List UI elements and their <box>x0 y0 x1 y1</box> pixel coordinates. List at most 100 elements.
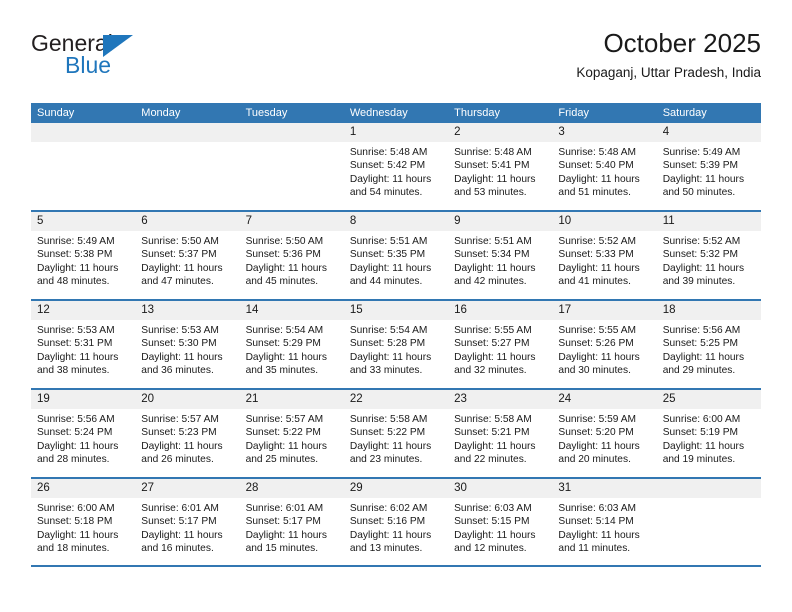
day-cell[interactable]: 27 Sunrise: 6:01 AM Sunset: 5:17 PM Dayligh… <box>135 479 240 566</box>
sunrise-text: Sunrise: 5:52 AM <box>662 236 741 247</box>
day-cell[interactable]: 13 Sunrise: 5:53 AM Sunset: 5:30 PM Dayligh… <box>135 301 240 388</box>
day-number: 14 <box>239 301 344 320</box>
daylight-text: Daylight: 11 hours and 30 minutes. <box>558 351 640 376</box>
daylight-text: Daylight: 11 hours and 33 minutes. <box>349 351 432 376</box>
sunrise-text: Sunrise: 5:49 AM <box>37 236 115 247</box>
day-cell[interactable]: 25 Sunrise: 6:00 AM Sunset: 5:19 PM Dayligh… <box>656 390 761 477</box>
day-details: Sunrise: 5:56 AM Sunset: 5:24 PM Daylight:… <box>31 409 135 466</box>
day-details: Sunrise: 6:03 AM Sunset: 5:14 PM Daylight:… <box>552 498 656 555</box>
generalblue-logo[interactable]: General Blue <box>31 30 251 86</box>
day-cell[interactable]: 24 Sunrise: 5:59 AM Sunset: 5:20 PM Dayligh… <box>552 390 657 477</box>
day-cell[interactable]: 14 Sunrise: 5:54 AM Sunset: 5:29 PM Dayligh… <box>239 301 344 388</box>
sunrise-text: Sunrise: 5:55 AM <box>558 325 636 336</box>
day-number: 30 <box>448 479 553 498</box>
day-number: 23 <box>448 390 553 409</box>
day-details: Sunrise: 5:53 AM Sunset: 5:31 PM Daylight:… <box>31 320 135 377</box>
day-number: 13 <box>135 301 240 320</box>
sunset-text: Sunset: 5:29 PM <box>245 338 321 350</box>
day-number: 1 <box>343 123 449 142</box>
sunrise-text: Sunrise: 5:51 AM <box>454 236 532 247</box>
daylight-text: Daylight: 11 hours and 13 minutes. <box>349 529 432 554</box>
day-number: 10 <box>552 212 657 231</box>
day-number: 24 <box>552 390 657 409</box>
sunset-text: Sunset: 5:18 PM <box>37 516 113 528</box>
day-number <box>656 479 761 498</box>
day-details: Sunrise: 6:01 AM Sunset: 5:17 PM Daylight:… <box>240 498 344 555</box>
daylight-text: Daylight: 11 hours and 36 minutes. <box>141 351 223 376</box>
day-number: 27 <box>135 479 240 498</box>
daylight-text: Daylight: 11 hours and 15 minutes. <box>245 529 327 554</box>
day-cell[interactable]: 3 Sunrise: 5:48 AM Sunset: 5:40 PM Daylight… <box>552 123 657 210</box>
day-cell[interactable]: 26 Sunrise: 6:00 AM Sunset: 5:18 PM Dayligh… <box>31 479 136 566</box>
sunrise-text: Sunrise: 5:59 AM <box>558 414 636 425</box>
day-cell[interactable]: 7 Sunrise: 5:50 AM Sunset: 5:36 PM Daylight… <box>239 212 344 299</box>
day-details: Sunrise: 5:54 AM Sunset: 5:29 PM Daylight:… <box>240 320 344 377</box>
day-number: 4 <box>656 123 761 142</box>
day-details: Sunrise: 6:00 AM Sunset: 5:18 PM Daylight:… <box>31 498 135 555</box>
daylight-text: Daylight: 11 hours and 48 minutes. <box>37 262 119 287</box>
day-cell[interactable]: 11 Sunrise: 5:52 AM Sunset: 5:32 PM Dayligh… <box>656 212 761 299</box>
day-cell[interactable]: 2 Sunrise: 5:48 AM Sunset: 5:41 PM Daylight… <box>448 123 553 210</box>
day-cell[interactable]: 4 Sunrise: 5:49 AM Sunset: 5:39 PM Daylight… <box>656 123 761 210</box>
daylight-text: Daylight: 11 hours and 26 minutes. <box>141 440 223 465</box>
day-cell[interactable]: 9 Sunrise: 5:51 AM Sunset: 5:34 PM Daylight… <box>448 212 553 299</box>
calendar-week-row: 12 Sunrise: 5:53 AM Sunset: 5:31 PM Dayligh… <box>31 299 761 388</box>
sunset-text: Sunset: 5:22 PM <box>245 427 321 439</box>
sunset-text: Sunset: 5:33 PM <box>558 249 634 261</box>
day-cell[interactable]: 29 Sunrise: 6:02 AM Sunset: 5:16 PM Dayligh… <box>343 479 449 566</box>
day-number: 31 <box>552 479 657 498</box>
weekday-header-wednesday: Wednesday <box>349 107 408 119</box>
day-details: Sunrise: 5:53 AM Sunset: 5:30 PM Daylight:… <box>135 320 239 377</box>
day-cell[interactable]: 12 Sunrise: 5:53 AM Sunset: 5:31 PM Dayligh… <box>31 301 136 388</box>
day-cell[interactable]: 20 Sunrise: 5:57 AM Sunset: 5:23 PM Dayligh… <box>135 390 240 477</box>
day-cell[interactable]: 23 Sunrise: 5:58 AM Sunset: 5:21 PM Dayligh… <box>448 390 553 477</box>
day-cell[interactable]: 19 Sunrise: 5:56 AM Sunset: 5:24 PM Dayligh… <box>31 390 136 477</box>
day-details: Sunrise: 6:02 AM Sunset: 5:16 PM Daylight:… <box>344 498 448 555</box>
day-cell[interactable]: 15 Sunrise: 5:54 AM Sunset: 5:28 PM Dayligh… <box>343 301 449 388</box>
sunset-text: Sunset: 5:17 PM <box>141 516 217 528</box>
day-cell[interactable]: 17 Sunrise: 5:55 AM Sunset: 5:26 PM Dayligh… <box>552 301 657 388</box>
day-number: 16 <box>448 301 553 320</box>
day-cell[interactable]: 5 Sunrise: 5:49 AM Sunset: 5:38 PM Daylight… <box>31 212 136 299</box>
sunrise-text: Sunrise: 5:51 AM <box>349 236 428 247</box>
day-details: Sunrise: 5:55 AM Sunset: 5:27 PM Daylight:… <box>448 320 552 377</box>
day-number <box>135 123 240 142</box>
sunrise-text: Sunrise: 5:58 AM <box>349 414 428 425</box>
sunrise-text: Sunrise: 6:00 AM <box>662 414 741 425</box>
calendar-week-row: 26 Sunrise: 6:00 AM Sunset: 5:18 PM Dayligh… <box>31 477 761 566</box>
sunset-text: Sunset: 5:28 PM <box>349 338 426 350</box>
page-header: General Blue October 2025 Kopaganj, Utta… <box>31 28 761 94</box>
sunrise-text: Sunrise: 5:50 AM <box>141 236 219 247</box>
day-number <box>31 123 136 142</box>
sunset-text: Sunset: 5:41 PM <box>454 160 530 172</box>
sunrise-text: Sunrise: 6:01 AM <box>245 503 324 514</box>
day-number: 2 <box>448 123 553 142</box>
day-cell[interactable]: 8 Sunrise: 5:51 AM Sunset: 5:35 PM Daylight… <box>343 212 449 299</box>
day-cell[interactable]: 31 Sunrise: 6:03 AM Sunset: 5:14 PM Dayligh… <box>552 479 657 566</box>
day-cell[interactable]: 18 Sunrise: 5:56 AM Sunset: 5:25 PM Dayligh… <box>656 301 761 388</box>
day-cell[interactable]: 30 Sunrise: 6:03 AM Sunset: 5:15 PM Dayligh… <box>448 479 553 566</box>
day-number: 12 <box>31 301 136 320</box>
day-cell[interactable]: 28 Sunrise: 6:01 AM Sunset: 5:17 PM Dayligh… <box>239 479 344 566</box>
sunrise-text: Sunrise: 5:54 AM <box>245 325 324 336</box>
calendar-page: General Blue October 2025 Kopaganj, Utta… <box>0 0 792 612</box>
day-cell[interactable]: 21 Sunrise: 5:57 AM Sunset: 5:22 PM Dayligh… <box>239 390 344 477</box>
logo-text-blue: Blue <box>65 52 112 78</box>
day-number <box>239 123 344 142</box>
daylight-text: Daylight: 11 hours and 22 minutes. <box>454 440 536 465</box>
daylight-text: Daylight: 11 hours and 19 minutes. <box>662 440 745 465</box>
day-number: 6 <box>135 212 240 231</box>
day-cell[interactable]: 22 Sunrise: 5:58 AM Sunset: 5:22 PM Dayligh… <box>343 390 449 477</box>
sunset-text: Sunset: 5:32 PM <box>662 249 739 261</box>
day-cell[interactable]: 6 Sunrise: 5:50 AM Sunset: 5:37 PM Daylight… <box>135 212 240 299</box>
sunset-text: Sunset: 5:22 PM <box>349 427 426 439</box>
day-details: Sunrise: 5:52 AM Sunset: 5:32 PM Daylight:… <box>657 231 761 288</box>
day-cell[interactable]: 10 Sunrise: 5:52 AM Sunset: 5:33 PM Dayligh… <box>552 212 657 299</box>
day-cell[interactable]: 16 Sunrise: 5:55 AM Sunset: 5:27 PM Dayligh… <box>448 301 553 388</box>
calendar-weeks: 1 Sunrise: 5:48 AM Sunset: 5:42 PM Daylight… <box>31 123 761 566</box>
day-details: Sunrise: 5:52 AM Sunset: 5:33 PM Daylight:… <box>552 231 656 288</box>
sunrise-text: Sunrise: 5:53 AM <box>141 325 219 336</box>
day-cell[interactable]: 1 Sunrise: 5:48 AM Sunset: 5:42 PM Daylight… <box>343 123 449 210</box>
day-details: Sunrise: 5:58 AM Sunset: 5:21 PM Daylight:… <box>448 409 552 466</box>
day-number: 21 <box>239 390 344 409</box>
